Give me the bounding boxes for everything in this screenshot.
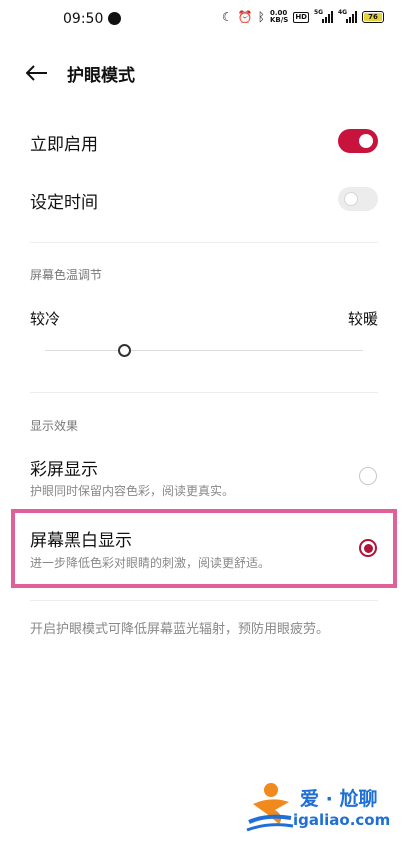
cool-label: 较冷 <box>30 310 61 328</box>
color-temp-slider-thumb[interactable] <box>118 344 131 357</box>
schedule-toggle[interactable] <box>338 187 378 211</box>
bluetooth-icon: ᛒ <box>257 10 265 24</box>
option-color-title[interactable]: 彩屏显示 <box>30 455 98 480</box>
network-speed: 0.00 KB/S <box>270 10 288 24</box>
header: 护眼模式 <box>0 52 410 92</box>
toggle-knob <box>344 192 358 206</box>
status-time: 09:50 <box>63 11 104 27</box>
status-bar: 09:50 ☾ ⏰ ᛒ 0.00 KB/S HD 5G 4G 76 <box>0 0 410 40</box>
sim2-gen: 4G <box>338 9 348 16</box>
enable-label: 立即启用 <box>30 135 98 155</box>
status-icons: ☾ ⏰ ᛒ 0.00 KB/S HD 5G 4G 76 <box>222 9 384 24</box>
warm-label: 较暖 <box>347 310 378 328</box>
watermark: 爱 · 尬聊 igaliao.com <box>245 778 395 838</box>
sim1-gen: 5G <box>314 9 324 16</box>
divider <box>30 600 378 601</box>
option-color-radio[interactable] <box>359 467 377 485</box>
color-temp-section-title: 屏幕色温调节 <box>30 268 103 282</box>
battery-level: 76 <box>364 13 382 21</box>
back-button[interactable] <box>22 58 52 88</box>
option-mono-desc: 进一步降低色彩对眼睛的刺激，阅读更舒适。 <box>30 556 271 570</box>
watermark-logo-icon <box>246 783 294 832</box>
option-color-desc: 护眼同时保留内容色彩，阅读更真实。 <box>30 484 235 498</box>
watermark-text: 爱 · 尬聊 <box>300 788 378 810</box>
signal-icon: 4G <box>338 9 357 23</box>
moon-icon: ☾ <box>222 10 233 24</box>
schedule-label: 设定时间 <box>30 193 98 213</box>
hd-badge: HD <box>293 11 309 23</box>
page-title: 护眼模式 <box>67 66 135 86</box>
option-mono-title[interactable]: 屏幕黑白显示 <box>30 526 132 551</box>
back-arrow-icon <box>26 65 47 81</box>
display-effect-section-title: 显示效果 <box>30 419 79 433</box>
alarm-icon: ⏰ <box>237 10 253 24</box>
enable-toggle[interactable] <box>338 129 378 153</box>
battery-icon: 76 <box>362 11 384 23</box>
watermark-url: igaliao.com <box>293 811 391 829</box>
divider <box>30 242 378 243</box>
divider <box>30 392 378 393</box>
option-mono-radio[interactable] <box>359 539 377 557</box>
radio-dot <box>363 543 373 553</box>
signal-icon: 5G <box>314 9 333 23</box>
footer-note: 开启护眼模式可降低屏幕蓝光辐射，预防用眼疲劳。 <box>30 622 330 637</box>
toggle-knob <box>359 134 373 148</box>
net-speed-unit: KB/S <box>269 16 289 24</box>
color-temp-slider-track[interactable] <box>45 350 363 351</box>
notification-icon <box>108 12 121 25</box>
